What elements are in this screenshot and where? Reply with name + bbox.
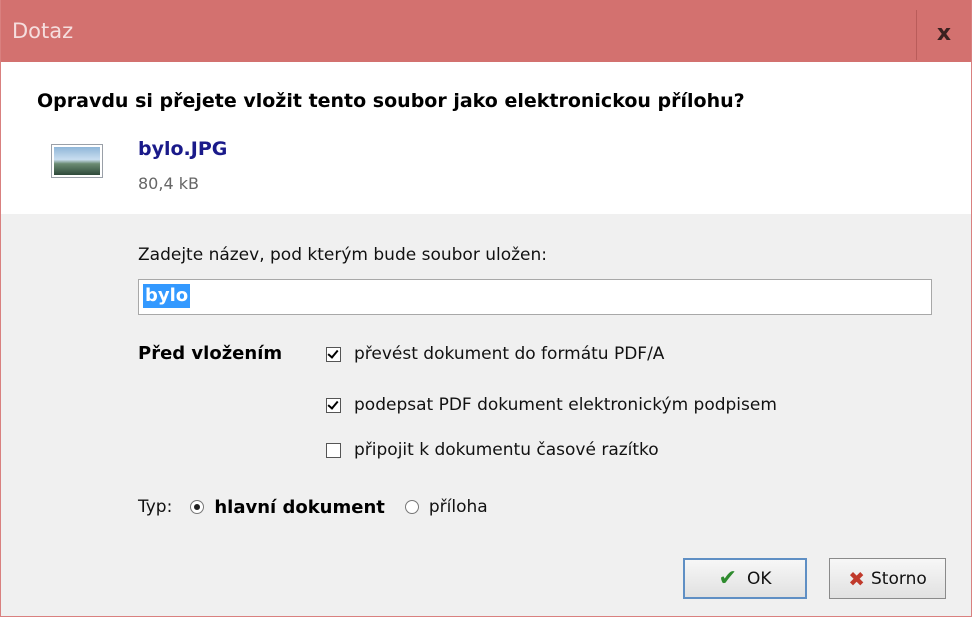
timestamp-option[interactable]: připojit k dokumentu časové razítko [326, 438, 659, 462]
cancel-button[interactable]: ✖ Storno [829, 558, 946, 599]
timestamp-label: připojit k dokumentu časové razítko [354, 440, 659, 460]
file-name-input[interactable]: bylo [138, 279, 932, 315]
ok-button-label: OK [746, 568, 772, 589]
file-name-input-value: bylo [143, 284, 191, 308]
close-button[interactable]: x [916, 10, 971, 60]
file-size: 80,4 kB [138, 174, 199, 193]
close-icon: x [936, 21, 952, 46]
cross-icon: ✖ [848, 566, 866, 591]
ok-button[interactable]: ✔ OK [683, 558, 807, 599]
sign-pdf-option[interactable]: podepsat PDF dokument elektronickým podp… [326, 393, 777, 417]
type-selector: Typ: hlavní dokument příloha [138, 494, 488, 520]
timestamp-checkbox[interactable] [326, 442, 341, 458]
sign-pdf-label: podepsat PDF dokument elektronickým podp… [354, 395, 777, 415]
file-info-panel: Opravdu si přejete vložit tento soubor j… [1, 62, 971, 214]
cancel-button-label: Storno [871, 568, 927, 589]
image-file-icon [51, 144, 103, 178]
title-bar[interactable]: Dotaz x [1, 0, 971, 62]
file-name: bylo.JPG [138, 138, 228, 160]
type-main-document-radio[interactable] [190, 500, 205, 514]
before-insert-label: Před vložením [138, 343, 283, 364]
checkmark-icon: ✔ [718, 566, 737, 591]
name-field-label: Zadejte název, pod kterým bude soubor ul… [138, 245, 547, 265]
convert-pdfa-option[interactable]: převést dokument do formátu PDF/A [326, 342, 664, 366]
convert-pdfa-checkbox[interactable] [326, 346, 341, 362]
type-main-document-label[interactable]: hlavní dokument [214, 497, 385, 518]
sign-pdf-checkbox[interactable] [326, 397, 341, 413]
convert-pdfa-label: převést dokument do formátu PDF/A [354, 344, 665, 364]
type-attachment-label[interactable]: příloha [429, 497, 488, 517]
question-text: Opravdu si přejete vložit tento soubor j… [37, 90, 745, 112]
window-title: Dotaz [12, 19, 74, 43]
type-attachment-radio[interactable] [404, 500, 419, 514]
dialog-window: Dotaz x Opravdu si přejete vložit tento … [0, 0, 972, 617]
type-label: Typ: [138, 497, 173, 517]
